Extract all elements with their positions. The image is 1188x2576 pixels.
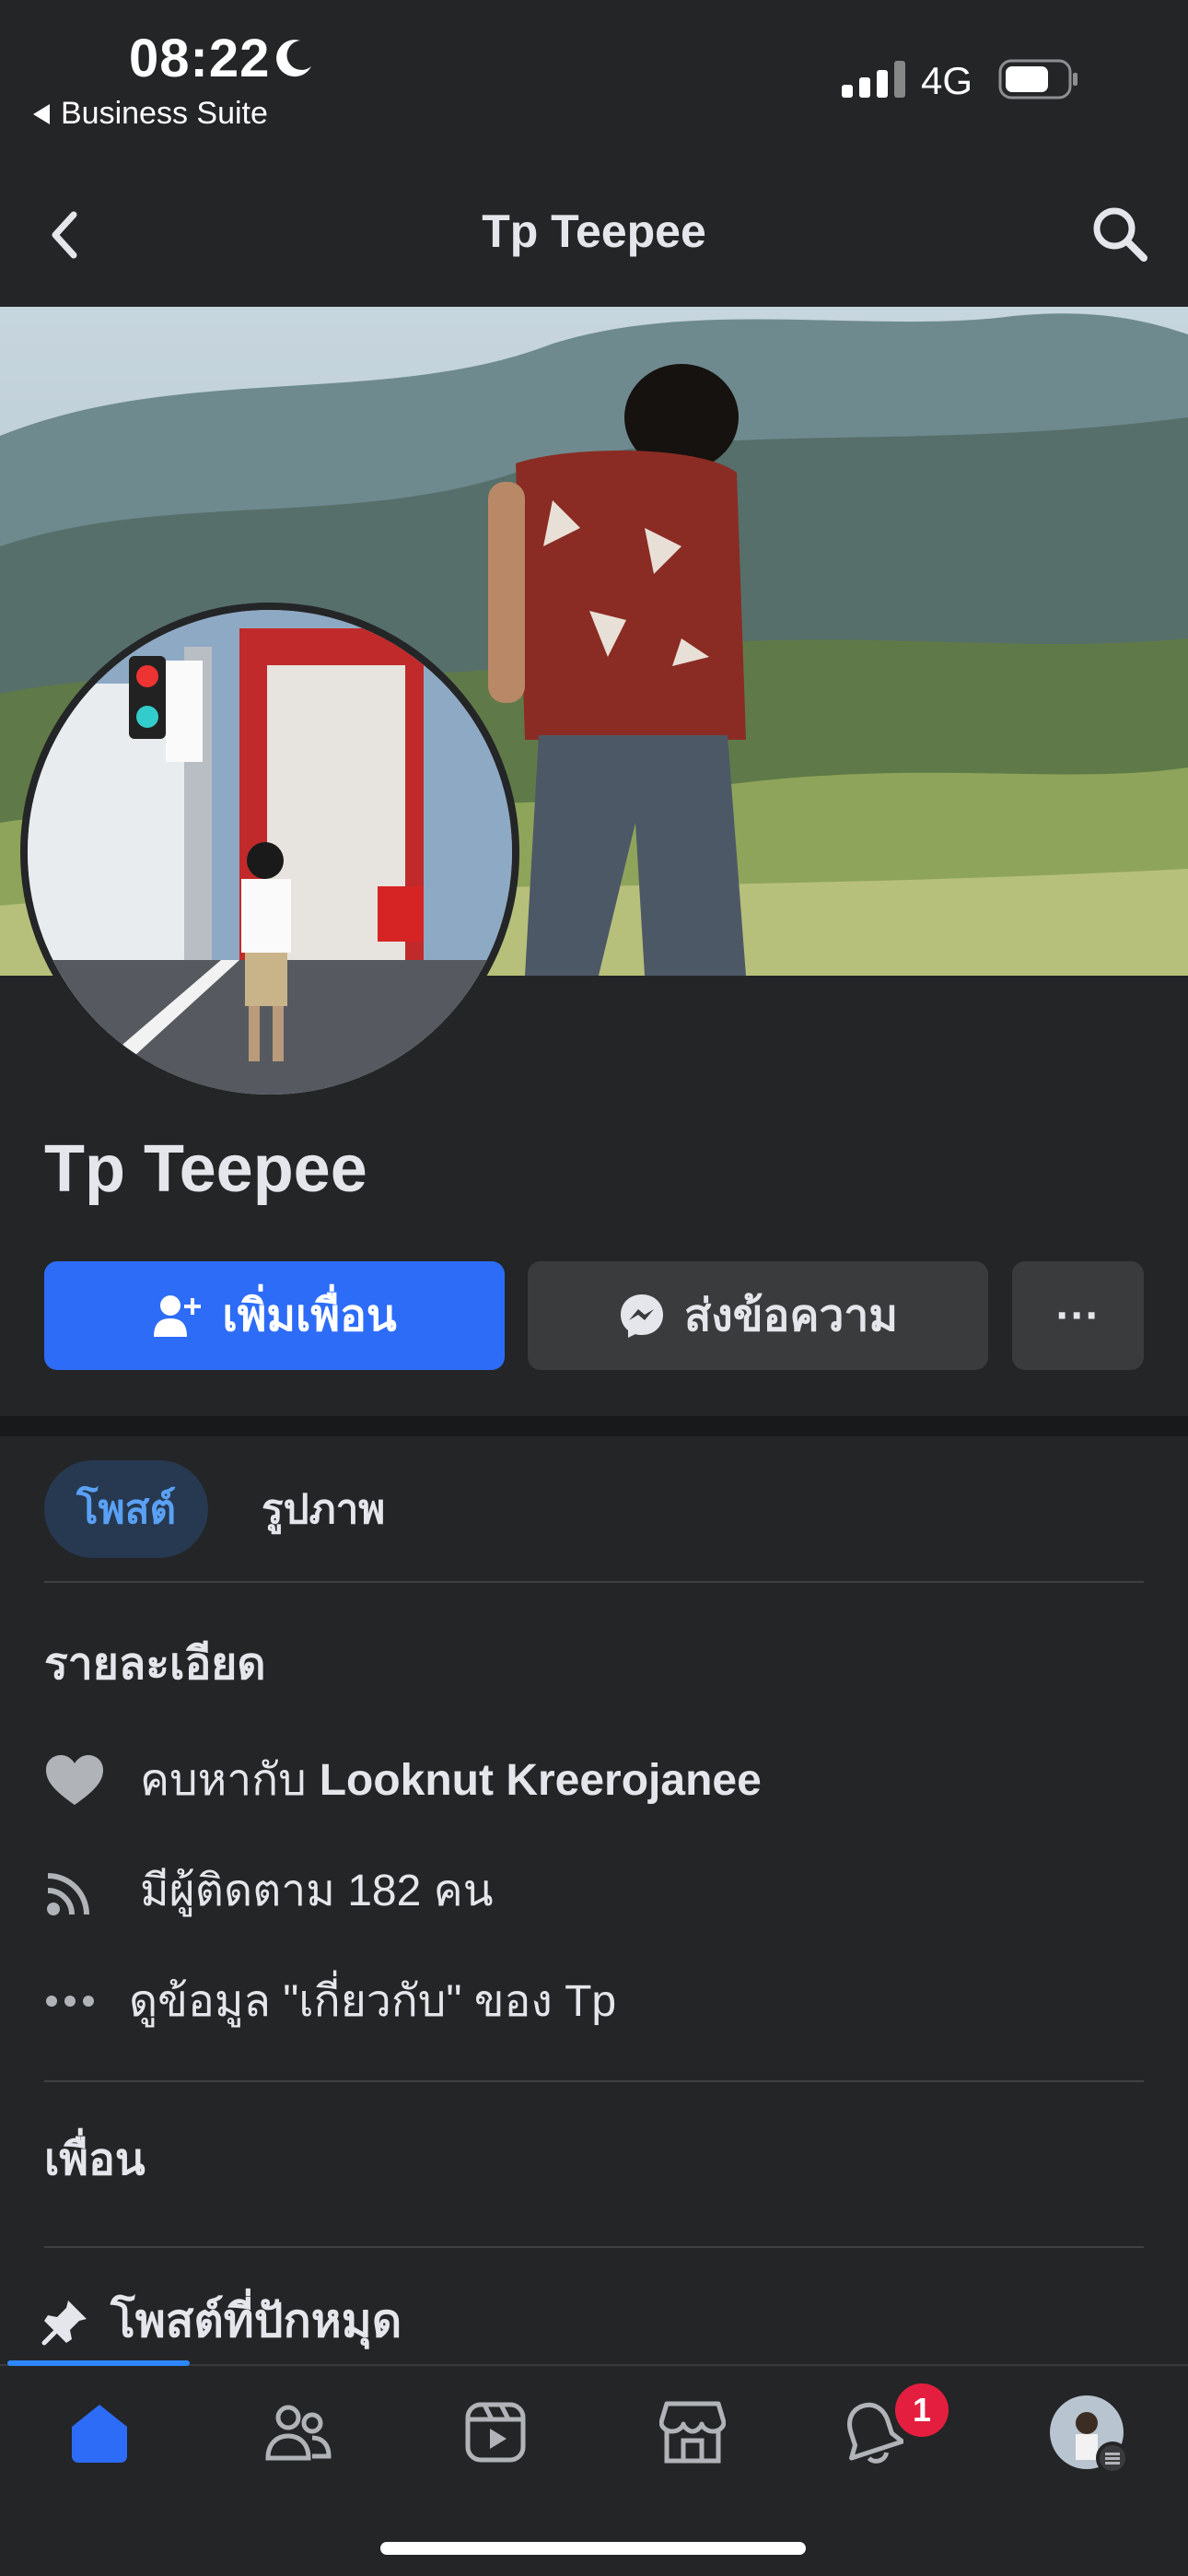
more-dots-icon: ··· bbox=[1055, 1291, 1101, 1341]
notification-badge: 1 bbox=[895, 2383, 949, 2437]
add-friend-button[interactable]: เพิ่มเพื่อน bbox=[44, 1261, 505, 1370]
relationship-row: คบหากับ Looknut Kreerojanee bbox=[44, 1745, 762, 1815]
status-time: 08:22 bbox=[129, 29, 271, 88]
message-button[interactable]: ส่งข้อความ bbox=[528, 1261, 988, 1370]
heart-icon bbox=[44, 1748, 122, 1812]
rss-icon bbox=[44, 1858, 122, 1923]
message-label: ส่งข้อความ bbox=[683, 1292, 899, 1341]
back-app-label: Business Suite bbox=[61, 96, 268, 131]
pinned-posts-label: โพสต์ที่ปักหมุด bbox=[111, 2295, 402, 2347]
details-heading: รายละเอียด bbox=[44, 1640, 266, 1689]
pin-icon bbox=[41, 2300, 87, 2345]
section-divider bbox=[0, 1416, 1188, 1436]
active-tab-indicator bbox=[7, 2360, 190, 2366]
home-icon[interactable] bbox=[63, 2397, 136, 2467]
moon-icon bbox=[276, 40, 311, 77]
friends-heading[interactable]: เพื่อน bbox=[44, 2125, 146, 2195]
relationship-partner-link[interactable]: Looknut Kreerojanee bbox=[320, 1755, 762, 1806]
battery-icon bbox=[998, 59, 1077, 100]
ellipsis-icon bbox=[44, 1969, 111, 2033]
divider bbox=[44, 2246, 1144, 2248]
search-icon[interactable] bbox=[1090, 205, 1149, 263]
followers-count: มีผู้ติดตาม 182 คน bbox=[140, 1867, 494, 1915]
profile-avatar[interactable] bbox=[20, 603, 519, 1102]
tab-photos[interactable]: รูปภาพ bbox=[230, 1460, 385, 1558]
about-link[interactable]: ดูข้อมูล "เกี่ยวกับ" ของ Tp bbox=[129, 1966, 616, 2036]
about-row[interactable]: ดูข้อมูล "เกี่ยวกับ" ของ Tp bbox=[44, 1966, 616, 2036]
video-icon[interactable] bbox=[459, 2397, 532, 2467]
home-indicator bbox=[380, 2542, 806, 2555]
page-title: Tp Teepee bbox=[482, 205, 706, 257]
tab-posts[interactable]: โพสต์ bbox=[44, 1460, 208, 1558]
pinned-posts-heading: โพสต์ที่ปักหมุด bbox=[41, 2285, 402, 2358]
back-triangle-icon bbox=[33, 103, 50, 124]
profile-name: Tp Teepee bbox=[44, 1132, 367, 1206]
add-person-icon bbox=[154, 1295, 202, 1337]
more-options-button[interactable]: ··· bbox=[1012, 1261, 1144, 1370]
marketplace-icon[interactable] bbox=[656, 2397, 729, 2467]
profile-menu-icon[interactable] bbox=[1048, 2394, 1129, 2475]
signal-icon bbox=[842, 61, 905, 98]
back-to-app-link[interactable]: Business Suite bbox=[33, 96, 268, 132]
divider bbox=[44, 2080, 1144, 2082]
network-type: 4G bbox=[921, 59, 973, 102]
messenger-icon bbox=[620, 1294, 663, 1338]
friends-icon[interactable] bbox=[262, 2397, 335, 2467]
relationship-prefix: คบหากับ bbox=[140, 1756, 307, 1805]
followers-row: มีผู้ติดตาม 182 คน bbox=[44, 1856, 494, 1926]
divider bbox=[44, 1581, 1144, 1583]
add-friend-label: เพิ่มเพื่อน bbox=[222, 1292, 397, 1341]
